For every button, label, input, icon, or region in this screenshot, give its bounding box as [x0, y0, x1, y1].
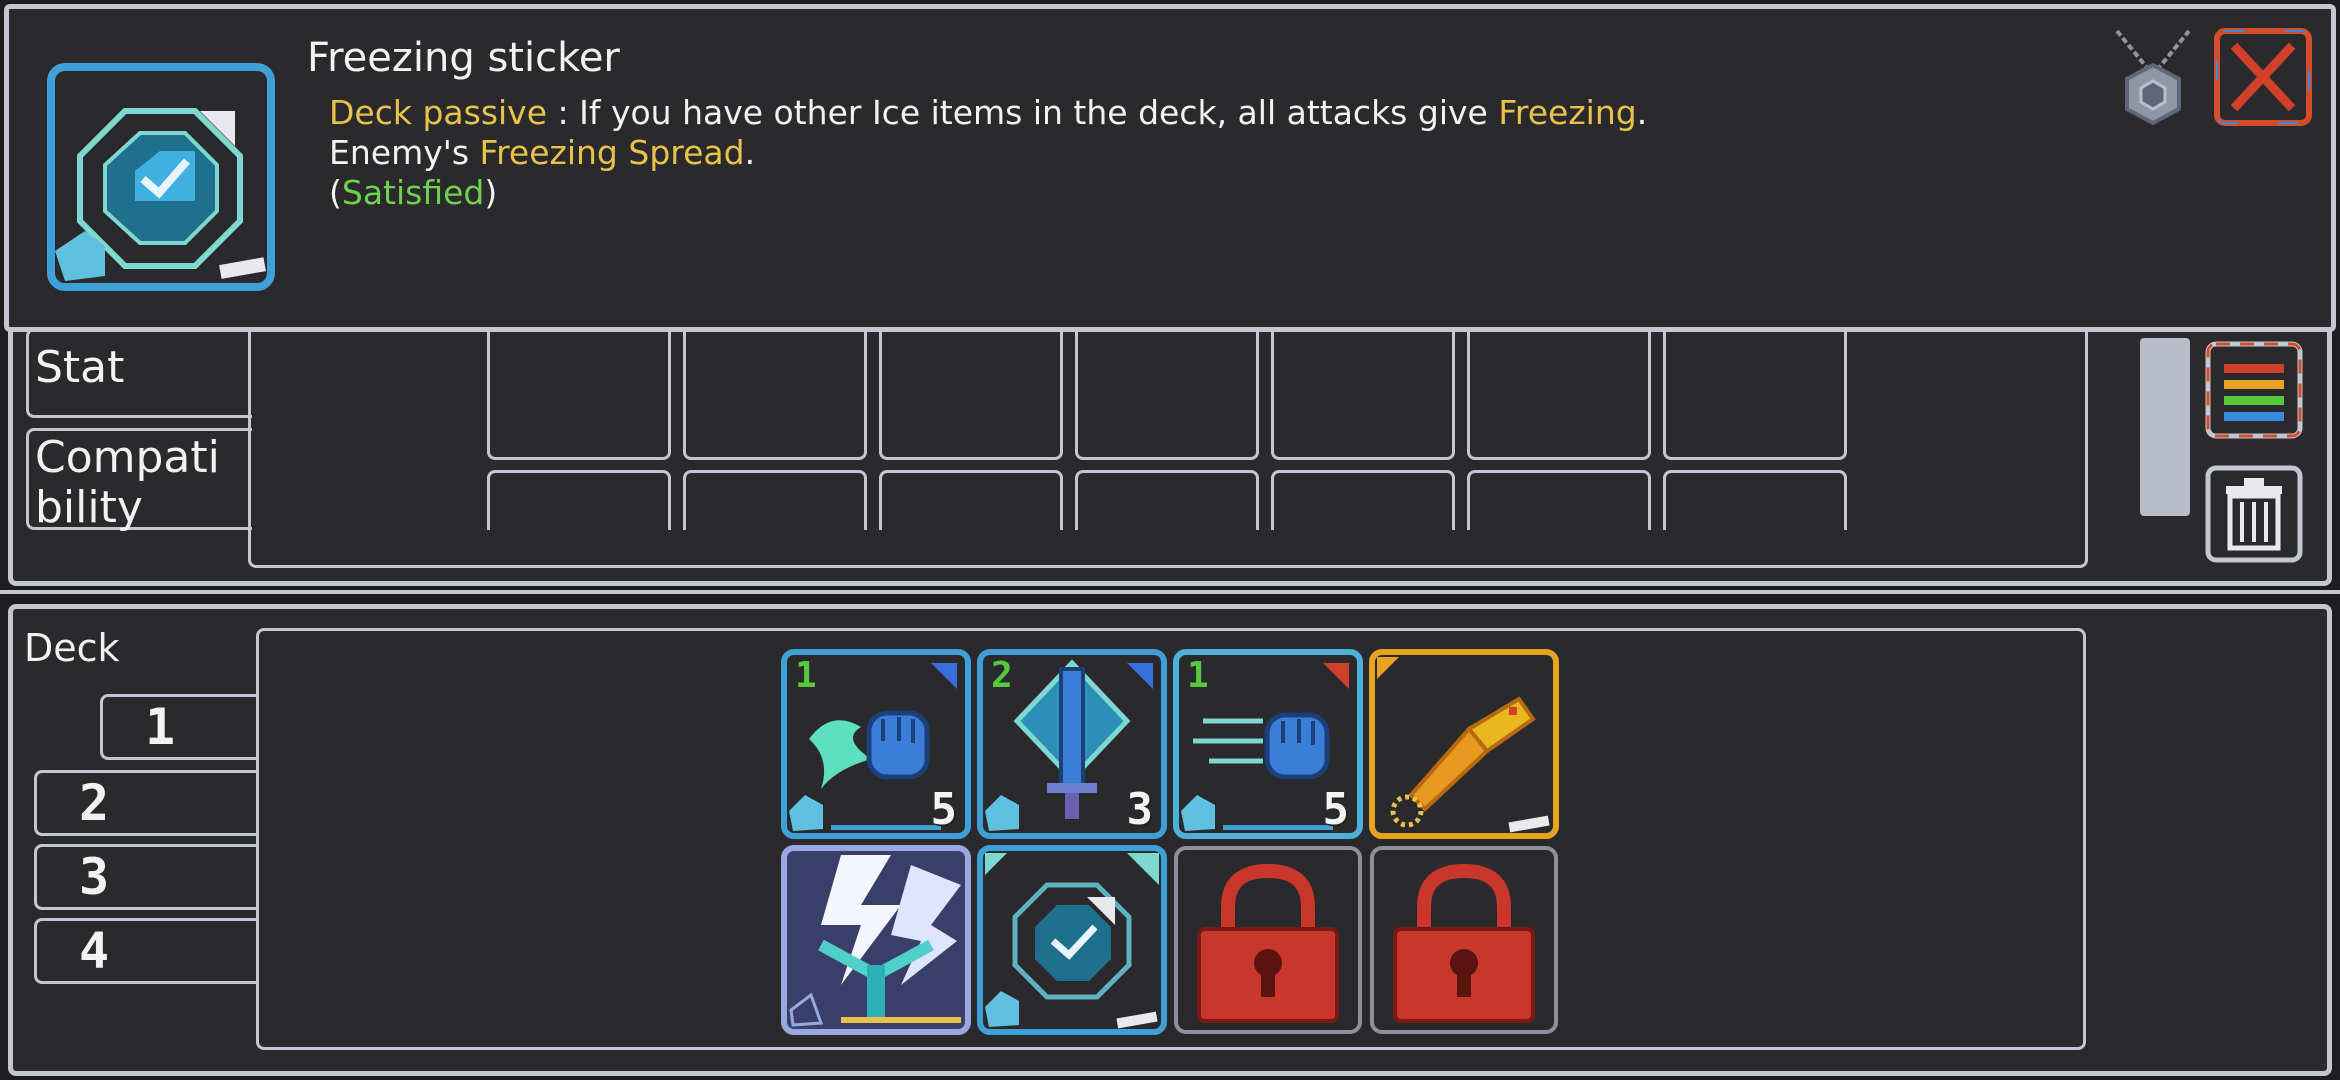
- locked-slot-card[interactable]: [1369, 845, 1559, 1035]
- lock-icon: [1370, 846, 1558, 1034]
- grid-slot: [1075, 470, 1259, 530]
- count-label: 3: [1126, 784, 1154, 835]
- sticker-icon: [977, 845, 1167, 1035]
- deck-tab-1-label: 1: [145, 698, 176, 756]
- trash-icon[interactable]: [2204, 464, 2304, 564]
- lightning-icon: [781, 845, 971, 1035]
- condition-line: (Satisfied): [329, 173, 497, 212]
- cost-label: 1: [795, 655, 817, 696]
- tab-stat[interactable]: Stat: [26, 328, 252, 418]
- deck-passive-label: Deck passive: [329, 93, 548, 132]
- tab-stat-label: Stat: [35, 342, 125, 393]
- freezing-keyword: Freezing: [1498, 93, 1637, 132]
- passive-description: If you have other Ice items in the deck,…: [579, 93, 1499, 132]
- separator: :: [547, 93, 580, 132]
- grid-slot: [1663, 320, 1847, 460]
- deck-card-area: 1 5 2 3 1 5: [256, 628, 2086, 1050]
- deck-passive-line: Deck passive : If you have other Ice ite…: [329, 93, 1647, 132]
- deck-tab-2-label: 2: [79, 774, 110, 832]
- gold-wand-card[interactable]: [1369, 649, 1559, 839]
- lock-icon: [1174, 846, 1362, 1034]
- item-title: Freezing sticker: [307, 35, 620, 81]
- tab-compatibility[interactable]: Compati bility: [26, 428, 252, 533]
- grid-slot: [1075, 320, 1259, 460]
- tab-compatibility-label-line1: Compati: [35, 432, 220, 483]
- stat-grid: [248, 320, 2088, 568]
- grid-slot: [1271, 470, 1455, 530]
- grid-slot: [1663, 470, 1847, 530]
- line-end: .: [744, 133, 756, 172]
- count-label: 5: [930, 784, 958, 835]
- divider: [0, 590, 2340, 594]
- ice-sword-card[interactable]: 2 3: [977, 649, 1167, 839]
- line-end: .: [1636, 93, 1648, 132]
- wand-icon: [1369, 649, 1559, 839]
- satisfied-status: Satisfied: [341, 173, 485, 212]
- freezing-sticker-icon: [47, 63, 275, 291]
- ice-dash-punch-card[interactable]: 1 5: [1173, 649, 1363, 839]
- tab-compatibility-label-line2: bility: [35, 482, 143, 533]
- deck-label: Deck: [24, 626, 120, 670]
- paren-close: ): [484, 173, 498, 212]
- freezing-sticker-card[interactable]: [977, 845, 1167, 1035]
- deck-tab-3[interactable]: 3: [34, 844, 256, 910]
- lightning-staff-card[interactable]: [781, 845, 971, 1035]
- cost-label: 2: [991, 655, 1013, 696]
- cost-label: 1: [1187, 655, 1209, 696]
- grid-slot: [1271, 320, 1455, 460]
- sort-icon[interactable]: [2204, 340, 2304, 440]
- ice-punch-card[interactable]: 1 5: [781, 649, 971, 839]
- grid-slot: [879, 320, 1063, 460]
- count-label: 5: [1322, 784, 1350, 835]
- grid-slot: [487, 470, 671, 530]
- freezing-spread-keyword: Freezing Spread: [479, 133, 745, 172]
- close-button[interactable]: [2213, 27, 2313, 127]
- locked-slot-card[interactable]: [1173, 845, 1363, 1035]
- grid-slot: [683, 470, 867, 530]
- deck-tab-4[interactable]: 4: [34, 918, 256, 984]
- enemy-text: Enemy's: [329, 133, 480, 172]
- grid-slot: [1467, 320, 1651, 460]
- item-tooltip-panel: Freezing sticker Deck passive : If you h…: [4, 4, 2336, 332]
- grid-slot: [683, 320, 867, 460]
- deck-tab-4-label: 4: [79, 922, 110, 980]
- grid-slot: [879, 470, 1063, 530]
- scrollbar-thumb[interactable]: [2140, 338, 2190, 516]
- grid-slot: [1467, 470, 1651, 530]
- grid-slot: [487, 320, 671, 460]
- paren-open: (: [329, 173, 342, 212]
- amulet-icon[interactable]: [2107, 25, 2199, 131]
- enemy-effect-line: Enemy's Freezing Spread.: [329, 133, 755, 172]
- deck-tab-1[interactable]: 1: [100, 694, 256, 760]
- deck-tab-3-label: 3: [79, 848, 110, 906]
- deck-tab-2[interactable]: 2: [34, 770, 256, 836]
